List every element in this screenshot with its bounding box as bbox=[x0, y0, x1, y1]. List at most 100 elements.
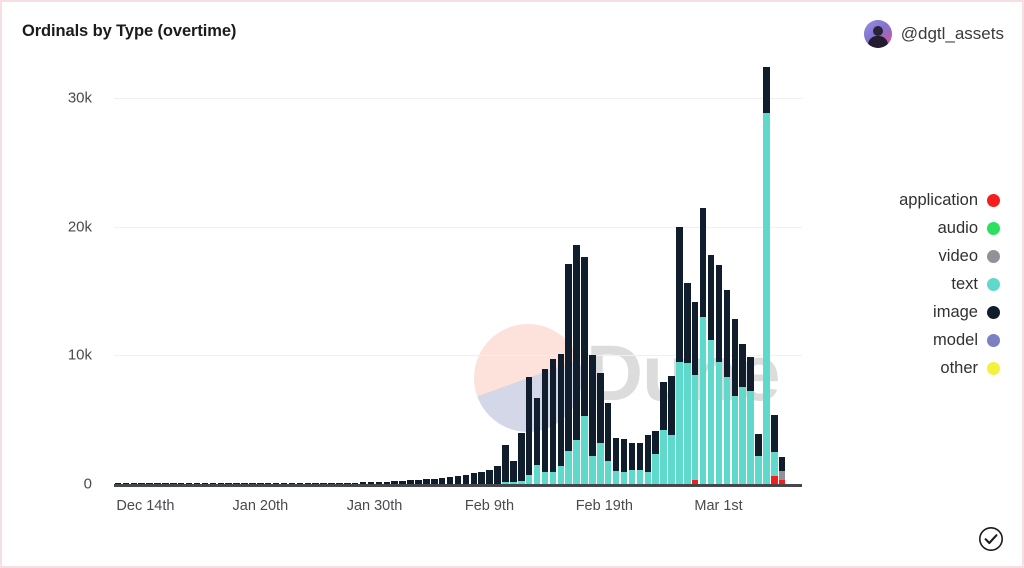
bar-column[interactable] bbox=[462, 475, 470, 484]
bar-column[interactable] bbox=[597, 373, 604, 484]
bar-column[interactable] bbox=[747, 356, 754, 484]
bar-segment-image bbox=[502, 445, 509, 483]
bar-segment-image bbox=[723, 289, 731, 378]
bar-column[interactable] bbox=[652, 431, 659, 484]
bar-segment-text bbox=[597, 442, 604, 484]
bar-segment-text bbox=[660, 429, 667, 484]
legend-color-swatch bbox=[987, 277, 1000, 291]
legend: application audio video text image model other bbox=[840, 188, 1000, 384]
account-handle: @dgtl_assets bbox=[900, 24, 1004, 43]
legend-item-text[interactable]: text bbox=[840, 272, 1000, 296]
bar-segment-video bbox=[778, 471, 786, 481]
legend-item-label: model bbox=[933, 330, 978, 349]
bar-column[interactable] bbox=[620, 438, 628, 484]
bar-segment-text bbox=[541, 472, 549, 484]
bar-column[interactable] bbox=[676, 226, 683, 484]
bar-column[interactable] bbox=[541, 369, 549, 484]
bar-segment-image bbox=[518, 433, 525, 481]
bar-segment-text bbox=[755, 455, 762, 484]
bar-column[interactable] bbox=[605, 402, 612, 484]
plot-area: Dune bbox=[114, 66, 802, 487]
bar-segment-image bbox=[549, 359, 557, 473]
bar-column[interactable] bbox=[715, 265, 723, 484]
y-axis-tick-label: 0 bbox=[83, 475, 92, 493]
bar-column[interactable] bbox=[707, 254, 715, 484]
bar-column[interactable] bbox=[699, 208, 707, 484]
bar-column[interactable] bbox=[763, 66, 770, 484]
bar-segment-text bbox=[636, 469, 644, 484]
bar-column[interactable] bbox=[478, 471, 485, 484]
bar-segment-text bbox=[763, 113, 770, 484]
y-axis-labels: 0 10k 20k 30k bbox=[2, 72, 102, 492]
legend-color-swatch bbox=[987, 221, 1000, 235]
bar-column[interactable] bbox=[731, 319, 739, 484]
bar-segment-image bbox=[644, 435, 652, 473]
bar-segment-image bbox=[525, 377, 533, 475]
bar-column[interactable] bbox=[778, 456, 786, 484]
bar-column[interactable] bbox=[771, 415, 778, 484]
bar-segment-image bbox=[470, 473, 478, 484]
bar-segment-text bbox=[699, 316, 707, 484]
bar-column[interactable] bbox=[557, 353, 565, 484]
bar-segment-text bbox=[676, 361, 683, 484]
bar-column[interactable] bbox=[739, 343, 746, 484]
bar-column[interactable] bbox=[510, 460, 517, 484]
x-axis-labels: Dec 14th Jan 20th Jan 30th Feb 9th Feb 19th M… bbox=[114, 498, 802, 522]
legend-item-label: video bbox=[938, 246, 978, 265]
bar-column[interactable] bbox=[612, 437, 620, 484]
bar-segment-image bbox=[565, 263, 572, 451]
bar-segment-image bbox=[684, 283, 691, 363]
bar-column[interactable] bbox=[494, 465, 501, 484]
y-axis-tick-label: 30k bbox=[67, 89, 92, 107]
bar-column[interactable] bbox=[533, 397, 541, 484]
bar-segment-text bbox=[668, 435, 675, 484]
bar-column[interactable] bbox=[470, 473, 478, 484]
bar-column[interactable] bbox=[573, 244, 580, 484]
legend-item-image[interactable]: image bbox=[840, 300, 1000, 324]
bar-column[interactable] bbox=[454, 476, 462, 484]
bar-column[interactable] bbox=[446, 477, 454, 484]
account-badge[interactable]: @dgtl_assets bbox=[863, 20, 1004, 48]
bar-segment-text bbox=[691, 375, 699, 480]
bar-column[interactable] bbox=[589, 355, 596, 484]
bar-segment-text bbox=[715, 361, 723, 484]
legend-item-other[interactable]: other bbox=[840, 356, 1000, 380]
bar-column[interactable] bbox=[502, 445, 509, 484]
bar-segment-image bbox=[660, 382, 667, 430]
bar-column[interactable] bbox=[723, 289, 731, 484]
bar-column[interactable] bbox=[660, 382, 667, 484]
bar-segment-text bbox=[525, 475, 533, 484]
bar-column[interactable] bbox=[628, 442, 636, 484]
legend-item-model[interactable]: model bbox=[840, 328, 1000, 352]
legend-item-application[interactable]: application bbox=[840, 188, 1000, 212]
bar-column[interactable] bbox=[636, 442, 644, 484]
bar-segment-image bbox=[486, 469, 493, 484]
legend-item-audio[interactable]: audio bbox=[840, 216, 1000, 240]
bar-segment-text bbox=[549, 472, 557, 484]
bar-segment-text bbox=[612, 471, 620, 484]
bar-segment-text bbox=[684, 362, 691, 484]
bar-column[interactable] bbox=[581, 257, 588, 484]
bar-segment-image bbox=[652, 431, 659, 455]
check-circle-icon[interactable] bbox=[978, 526, 1004, 552]
bar-column[interactable] bbox=[691, 301, 699, 484]
bar-column[interactable] bbox=[668, 375, 675, 484]
bar-segment-text bbox=[620, 472, 628, 484]
bar-column[interactable] bbox=[644, 435, 652, 484]
bar-segment-text bbox=[739, 387, 746, 484]
bar-segment-text bbox=[589, 455, 596, 484]
bar-segment-image bbox=[573, 244, 580, 441]
bar-column[interactable] bbox=[486, 469, 493, 484]
x-axis-tick-label: Jan 30th bbox=[346, 498, 403, 514]
bar-column[interactable] bbox=[518, 433, 525, 484]
bar-column[interactable] bbox=[549, 359, 557, 484]
bar-segment-text bbox=[581, 415, 588, 484]
bar-segment-image bbox=[597, 373, 604, 443]
bar-column[interactable] bbox=[755, 433, 762, 484]
bar-column[interactable] bbox=[525, 377, 533, 484]
bar-column[interactable] bbox=[565, 263, 572, 484]
x-axis-line bbox=[114, 484, 802, 487]
bar-segment-image bbox=[771, 415, 778, 453]
bar-column[interactable] bbox=[684, 283, 691, 484]
legend-item-video[interactable]: video bbox=[840, 244, 1000, 268]
